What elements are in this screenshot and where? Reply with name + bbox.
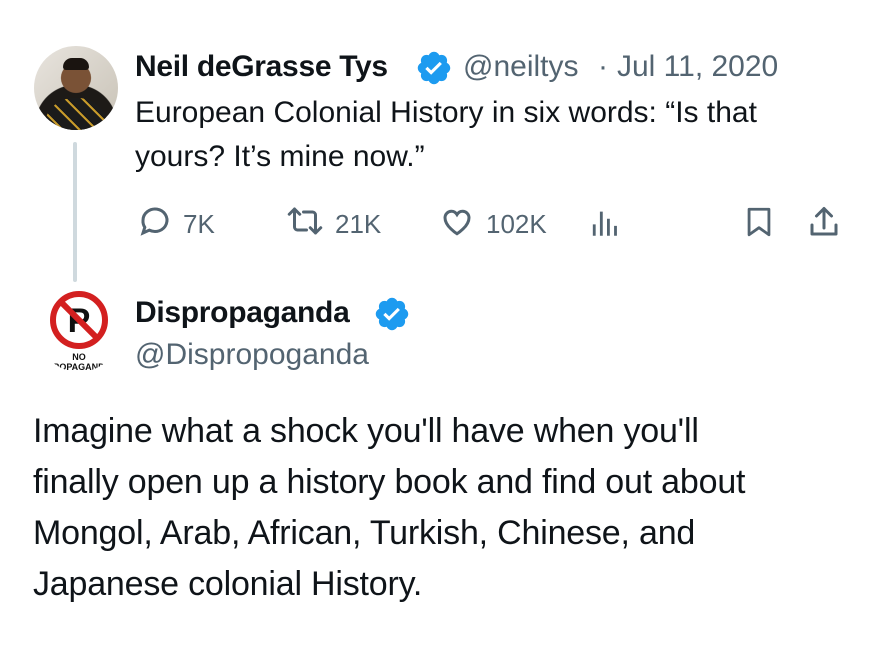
bookmark-icon[interactable]: [742, 204, 776, 245]
retweet-button[interactable]: 21K: [285, 203, 381, 246]
share-icon[interactable]: [806, 204, 842, 245]
reply-button[interactable]: 7K: [137, 203, 215, 246]
reply-icon: [137, 203, 183, 246]
like-button[interactable]: 102K: [438, 203, 547, 246]
date-separator: ·: [598, 50, 608, 83]
views-icon[interactable]: [590, 206, 624, 245]
verified-badge-icon: [415, 49, 453, 87]
reply-text-line-3: Mongol, Arab, African, Turkish, Chinese,…: [33, 514, 696, 552]
reply-text-line-4: Japanese colonial History.: [33, 565, 423, 603]
dispropaganda-avatar[interactable]: P NO PROPAGANDA: [38, 290, 120, 372]
like-icon: [438, 203, 486, 246]
reply-text-line-2: finally open up a history book and find …: [33, 463, 746, 501]
reply-tweet-text: Imagine what a shock you'll have when yo…: [33, 406, 853, 610]
thread-connector-line: [73, 142, 77, 282]
svg-text:NO: NO: [72, 352, 86, 362]
reply-author-name[interactable]: Dispropaganda: [135, 296, 350, 330]
neil-avatar[interactable]: [34, 46, 118, 130]
tweet-date[interactable]: Jul 11, 2020: [617, 50, 778, 84]
verified-badge-icon: [373, 295, 411, 333]
retweet-count: 21K: [335, 209, 382, 239]
reply-text-line-1: Imagine what a shock you'll have when yo…: [33, 412, 699, 450]
svg-text:PROPAGANDA: PROPAGANDA: [47, 362, 112, 372]
tweet-text-line-2: yours? It’s mine now.”: [135, 140, 425, 173]
like-count: 102K: [486, 209, 547, 239]
author-handle[interactable]: @neiltys: [463, 50, 591, 84]
reply-count: 7K: [183, 209, 215, 239]
reply-author-handle[interactable]: @Dispropoganda: [135, 338, 369, 372]
tweet-text-line-1: European Colonial History in six words: …: [135, 96, 757, 129]
author-name[interactable]: Neil deGrasse Tys: [135, 50, 410, 84]
retweet-icon: [285, 203, 335, 246]
